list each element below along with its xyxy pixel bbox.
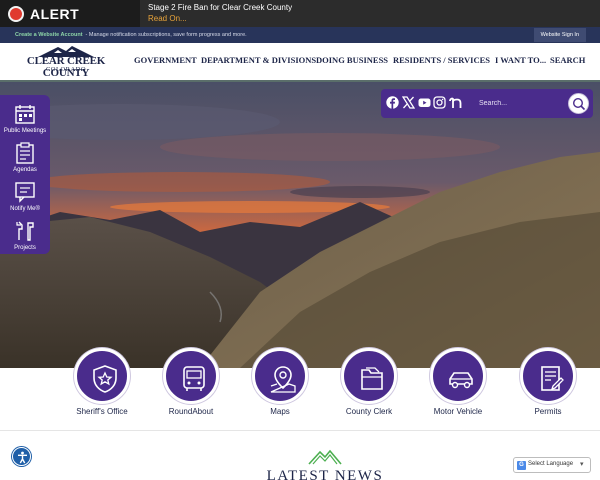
- folder-icon: [361, 367, 383, 390]
- search-button[interactable]: [568, 93, 589, 114]
- feature-circle: [163, 348, 219, 404]
- bus-icon: [183, 366, 205, 391]
- alert-badge[interactable]: ALERT: [0, 0, 140, 27]
- feature-county-clerk[interactable]: County Clerk: [334, 348, 404, 420]
- hero-landscape: [0, 82, 600, 368]
- quick-link-label: Notify Me®: [10, 206, 40, 212]
- feature-circle: [252, 348, 308, 404]
- feature-label: RoundAbout: [168, 407, 214, 416]
- utility-description: - Manage notification subscriptions, sav…: [85, 32, 247, 38]
- alert-title: Stage 2 Fire Ban for Clear Creek County: [148, 3, 293, 12]
- news-mountain-icon: [308, 449, 342, 465]
- feature-circle: [74, 348, 130, 404]
- feature-maps[interactable]: Maps: [245, 348, 315, 420]
- nav-departments[interactable]: DEPARTMENT & DIVISIONS: [201, 55, 316, 65]
- notify-icon: [15, 182, 35, 203]
- search-icon: [572, 97, 586, 111]
- feature-roundabout[interactable]: RoundAbout: [156, 348, 226, 420]
- hero-image: [0, 82, 600, 368]
- alert-label: ALERT: [30, 5, 80, 22]
- utility-bar: Create a Website Account - Manage notifi…: [0, 27, 600, 43]
- nav-doing-business[interactable]: DOING BUSINESS: [316, 55, 388, 65]
- nav-government[interactable]: GOVERNMENT: [134, 55, 197, 65]
- alert-bar: ALERT Stage 2 Fire Ban for Clear Creek C…: [0, 0, 600, 27]
- nav-i-want-to[interactable]: I WANT TO...: [495, 55, 546, 65]
- nav-search[interactable]: SEARCH: [550, 55, 585, 65]
- feature-label: Maps: [270, 407, 290, 416]
- alert-icon: [8, 5, 24, 22]
- nextdoor-icon[interactable]: [449, 96, 462, 109]
- x-icon[interactable]: [402, 96, 415, 109]
- feature-circle: [430, 348, 486, 404]
- youtube-icon[interactable]: [418, 96, 431, 109]
- section-divider: [0, 430, 600, 431]
- car-icon: [449, 372, 473, 389]
- tools-icon: [16, 221, 34, 241]
- sign-in-button[interactable]: Website Sign In: [533, 28, 586, 42]
- feature-sheriffs-office[interactable]: Sheriff's Office: [67, 348, 137, 420]
- accessibility-button[interactable]: [12, 447, 31, 466]
- quick-link-label: Public Meetings: [3, 128, 47, 134]
- feature-label: Motor Vehicle: [433, 407, 483, 416]
- quick-link-agendas[interactable]: Agendas: [0, 138, 50, 178]
- translate-icon: G: [517, 461, 526, 470]
- quick-link-notify-me[interactable]: Notify Me®: [0, 177, 50, 217]
- latest-news-heading: LATEST NEWS: [266, 468, 384, 480]
- instagram-icon[interactable]: [433, 96, 446, 109]
- feature-circle: [341, 348, 397, 404]
- feature-circle: [520, 348, 576, 404]
- feature-label: Permits: [534, 407, 562, 416]
- facebook-icon[interactable]: [386, 96, 399, 109]
- feature-label: County Clerk: [345, 407, 393, 416]
- accessibility-icon: [18, 451, 27, 464]
- feature-label: Sheriff's Office: [76, 407, 128, 416]
- language-label: Select Language: [528, 461, 574, 467]
- feature-motor-vehicle[interactable]: Motor Vehicle: [423, 348, 493, 420]
- quick-link-projects[interactable]: Projects: [0, 216, 50, 256]
- alert-read-on-link[interactable]: Read On...: [148, 13, 292, 25]
- language-selector[interactable]: G Select Language ▾: [513, 457, 591, 473]
- feature-permits[interactable]: Permits: [513, 348, 583, 420]
- permit-icon: [541, 366, 564, 391]
- map-pin-icon: [270, 366, 296, 393]
- clipboard-icon: [16, 142, 34, 164]
- badge-icon: [93, 365, 117, 393]
- quick-link-label: Agendas: [13, 167, 37, 173]
- create-account-link[interactable]: Create a Website Account: [15, 32, 83, 38]
- quick-links-panel: Public Meetings Agendas Notify Me® Proje…: [0, 95, 50, 254]
- quick-link-public-meetings[interactable]: Public Meetings: [0, 99, 50, 139]
- search-input[interactable]: [476, 93, 566, 114]
- nav-residents-services[interactable]: RESIDENTS / SERVICES: [393, 55, 490, 65]
- alert-message: Stage 2 Fire Ban for Clear Creek County …: [140, 0, 292, 27]
- chevron-down-icon: ▾: [580, 461, 584, 468]
- logo-state: COLORADO: [45, 66, 87, 73]
- calendar-icon: [15, 105, 35, 124]
- quick-link-label: Projects: [14, 245, 36, 251]
